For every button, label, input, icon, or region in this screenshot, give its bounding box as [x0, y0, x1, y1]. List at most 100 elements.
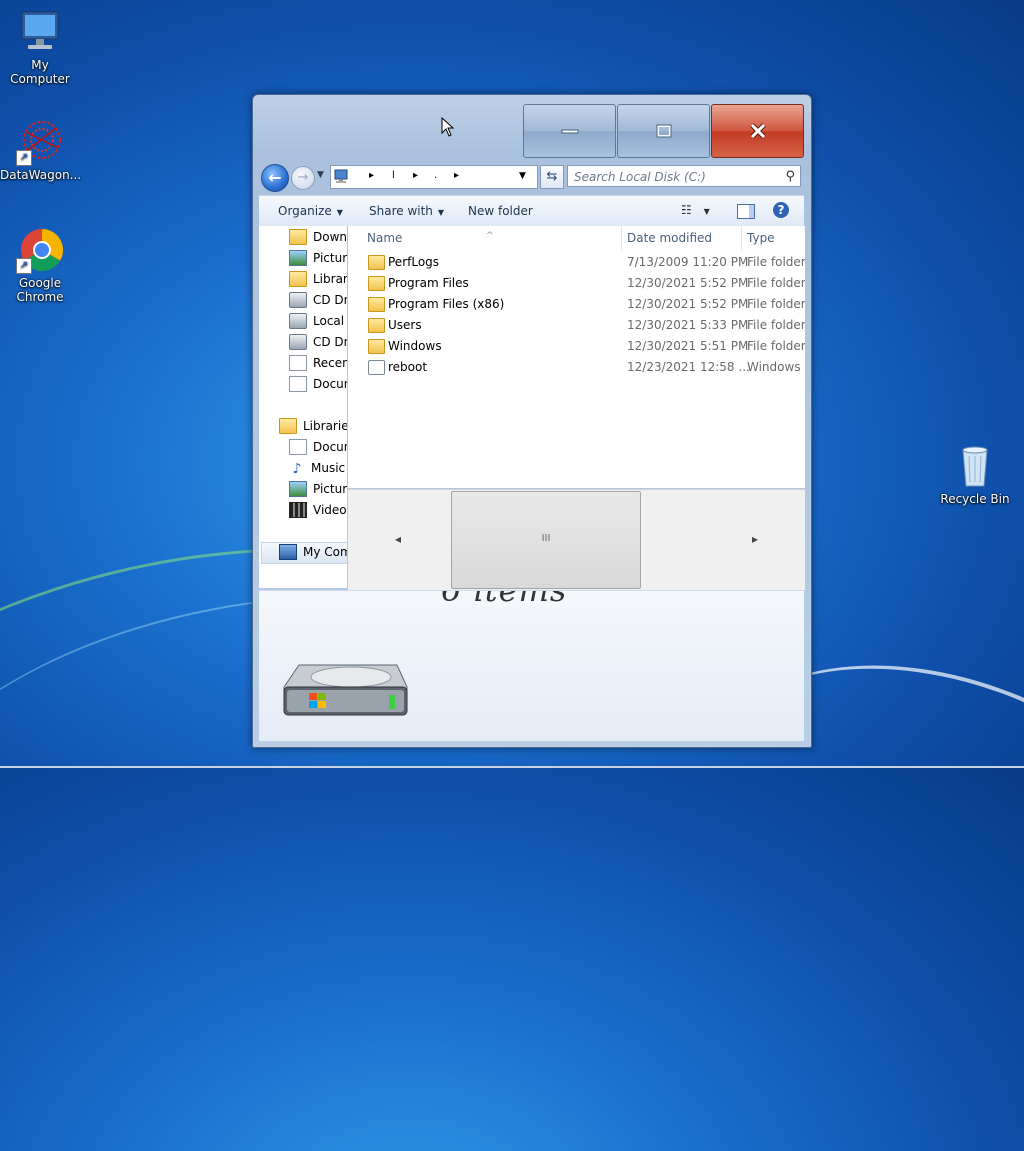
file-row[interactable]: PerfLogs 7/13/2009 11:20 PM File folder — [348, 252, 805, 273]
desktop-icon-label: Google Chrome — [16, 276, 64, 304]
desktop-icon-datawagon[interactable]: ↗ DataWagon... — [0, 118, 82, 182]
column-header-type[interactable]: Type — [742, 226, 805, 250]
horizontal-scrollbar[interactable]: ◂ III ▸ — [348, 489, 805, 590]
folder-icon — [368, 255, 385, 270]
nav-item-pictures[interactable]: Pictures — [289, 248, 347, 268]
column-header-date-modified[interactable]: Date modified — [622, 226, 742, 250]
music-icon: ♪ — [292, 461, 302, 477]
nav-item-cd-drive[interactable]: CD Drive — [289, 290, 347, 310]
help-icon: ? — [777, 203, 785, 217]
nav-item-local-disk[interactable]: Local Disk — [289, 311, 347, 331]
document-icon — [289, 376, 307, 392]
folder-icon — [368, 339, 385, 354]
desktop-icon-label: Recycle Bin — [940, 492, 1010, 506]
computer-icon — [16, 8, 64, 56]
breadcrumb-segment[interactable]: l — [392, 170, 395, 181]
file-row[interactable]: Program Files 12/30/2021 5:52 PM File fo… — [348, 273, 805, 294]
file-row[interactable]: Users 12/30/2021 5:33 PM File folder — [348, 315, 805, 336]
desktop-icon-label: DataWagon... — [0, 168, 82, 182]
nav-libraries-header[interactable]: Libraries — [279, 416, 347, 436]
mouse-cursor-icon — [441, 117, 455, 137]
breadcrumb-arrow[interactable]: ▸ — [454, 170, 459, 181]
search-icon[interactable]: ⚲ — [785, 166, 795, 188]
column-header-name[interactable]: Name ^ — [348, 226, 622, 250]
nav-item-downloads[interactable]: Downloads — [289, 227, 347, 247]
forward-arrow-icon: → — [297, 170, 309, 185]
datawagon-icon: ↗ — [16, 118, 64, 166]
breadcrumb-arrow[interactable]: ▸ — [369, 170, 374, 181]
computer-icon — [334, 168, 350, 184]
nav-item-pictures[interactable]: Pictures — [289, 479, 347, 499]
cd-drive-icon — [289, 292, 307, 308]
shortcut-arrow-icon: ↗ — [16, 258, 32, 274]
refresh-icon: ⇆ — [546, 169, 558, 184]
search-box[interactable]: Search Local Disk (C:) ⚲ — [567, 165, 801, 187]
scroll-left-button[interactable]: ◂ — [348, 490, 448, 590]
share-with-button[interactable]: Share with ▼ — [369, 204, 444, 218]
nav-item-my-computer[interactable]: My Computer — [279, 542, 347, 562]
nav-item-videos[interactable]: Videos — [289, 500, 347, 520]
new-folder-button[interactable]: New folder — [468, 204, 533, 218]
refresh-button[interactable]: ⇆ — [540, 165, 564, 189]
grip-icon: III — [541, 533, 551, 544]
command-bar: Organize ▼ Share with ▼ New folder ☷ ▼ ? — [259, 195, 804, 226]
change-view-button[interactable]: ☷ ▼ — [681, 203, 710, 217]
libraries-icon — [279, 418, 297, 434]
recent-pages-dropdown[interactable]: ▼ — [317, 170, 324, 180]
preview-pane-button[interactable] — [737, 204, 755, 219]
back-button[interactable]: ← — [261, 164, 289, 192]
nav-item-documents[interactable]: Documents — [289, 374, 347, 394]
breadcrumb-segment[interactable]: . — [434, 170, 437, 181]
view-list-icon: ☷ — [681, 203, 692, 217]
folder-icon — [368, 297, 385, 312]
nav-item-cd-drive[interactable]: CD Drive — [289, 332, 347, 352]
pictures-icon — [289, 250, 307, 266]
file-row[interactable]: Program Files (x86) 12/30/2021 5:52 PM F… — [348, 294, 805, 315]
desktop-icon-my-computer[interactable]: My Computer — [0, 8, 80, 86]
details-pane: 6 items — [259, 590, 804, 741]
nav-item-recent-places[interactable]: Recent Places — [289, 353, 347, 373]
file-list[interactable]: Name ^ Date modified Type PerfLogs 7/13/… — [348, 226, 805, 488]
sort-caret-icon: ^ — [486, 231, 494, 241]
recycle-bin-icon — [951, 442, 999, 490]
item-count: 6 items — [441, 590, 568, 609]
shortcut-arrow-icon: ↗ — [16, 150, 32, 166]
scroll-right-button[interactable]: ▸ — [705, 490, 805, 590]
folder-icon — [368, 318, 385, 333]
nav-item-music[interactable]: ♪ Music — [289, 458, 346, 478]
folder-icon — [368, 276, 385, 291]
batch-file-icon — [368, 360, 385, 375]
libraries-icon — [289, 271, 307, 287]
close-button[interactable] — [711, 104, 804, 158]
file-row[interactable]: Windows 12/30/2021 5:51 PM File folder — [348, 336, 805, 357]
maximize-icon — [656, 124, 671, 138]
navigation-pane[interactable]: Downloads Pictures Libraries CD Drive Lo… — [259, 226, 347, 588]
address-dropdown-icon[interactable]: ▼ — [519, 171, 526, 181]
recent-places-icon — [289, 355, 307, 371]
maximize-button[interactable] — [617, 104, 710, 158]
document-icon — [289, 439, 307, 455]
explorer-window[interactable]: ← → ▼ ▸ l ▸ . ▸ ▼ ⇆ Search Local Disk (C… — [252, 94, 812, 748]
scroll-left-icon: ◂ — [394, 532, 402, 546]
videos-icon — [289, 502, 307, 518]
forward-button[interactable]: → — [291, 166, 315, 190]
address-bar[interactable]: ▸ l ▸ . ▸ ▼ — [330, 165, 538, 189]
help-button[interactable]: ? — [773, 202, 789, 218]
desktop-icon-google-chrome[interactable]: ↗ Google Chrome — [0, 226, 80, 304]
close-icon — [749, 123, 766, 139]
hard-drive-icon — [279, 657, 409, 727]
file-row[interactable]: reboot 12/23/2021 12:58 ... Windows B — [348, 357, 805, 378]
nav-item-libraries[interactable]: Libraries — [289, 269, 347, 289]
organize-button[interactable]: Organize ▼ — [278, 204, 343, 218]
desktop-icon-recycle-bin[interactable]: Recycle Bin — [935, 442, 1015, 506]
nav-item-documents[interactable]: Documents — [289, 437, 347, 457]
back-arrow-icon: ← — [268, 168, 282, 187]
desktop-icon-label: My Computer — [10, 58, 70, 86]
folder-icon — [289, 229, 307, 245]
local-disk-icon — [289, 313, 307, 329]
minimize-button[interactable] — [523, 104, 616, 158]
breadcrumb-arrow[interactable]: ▸ — [413, 170, 418, 181]
view-dropdown-icon: ▼ — [703, 207, 710, 216]
scroll-thumb[interactable]: III — [451, 491, 641, 589]
chrome-icon: ↗ — [16, 226, 64, 274]
